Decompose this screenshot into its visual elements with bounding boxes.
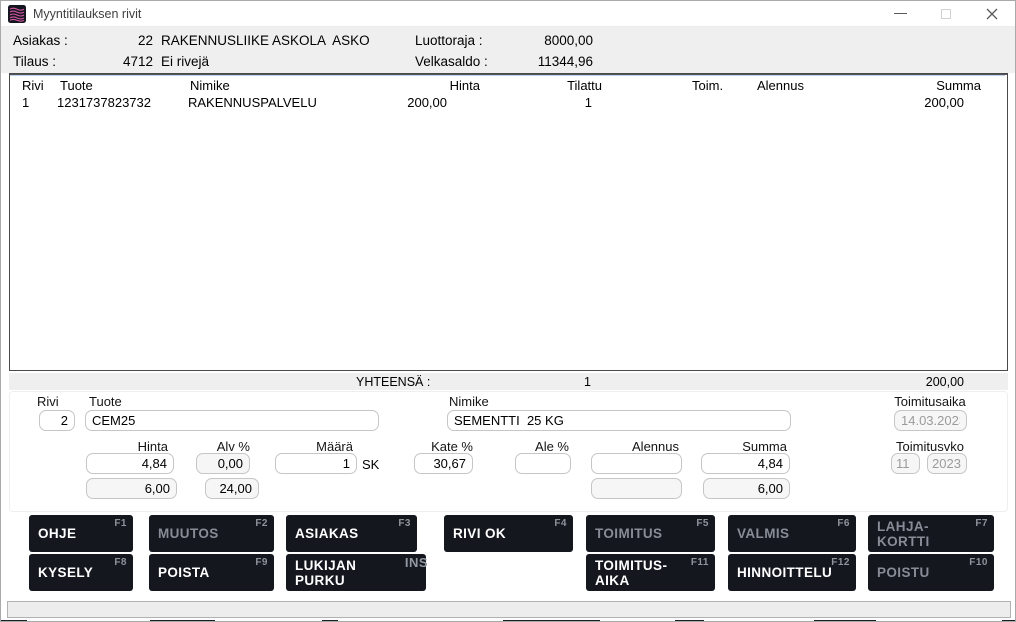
- tilaus-number: 4712: [93, 54, 153, 69]
- order-header-panel: Asiakas : 22 RAKENNUSLIIKE ASKOLA ASKO L…: [1, 27, 1016, 73]
- toimitus-button[interactable]: TOIMITUSF5: [586, 515, 715, 552]
- velkasaldo-value: 11344,96: [471, 54, 593, 69]
- poista-button[interactable]: POISTAF9: [149, 554, 274, 591]
- hinnoittelu-button[interactable]: HINNOITTELUF12: [728, 554, 856, 591]
- alv2-field[interactable]: [205, 478, 259, 499]
- maara-unit: SK: [362, 457, 379, 472]
- alennus-label: Alennus: [609, 439, 679, 454]
- ale-field[interactable]: [515, 453, 571, 474]
- toimitusvko-week-field[interactable]: [891, 453, 920, 474]
- window-title: Myyntitilauksen rivit: [33, 7, 141, 21]
- poistu-button[interactable]: POISTUF10: [868, 554, 994, 591]
- cell-tilattu: 1: [520, 95, 592, 110]
- lukijan-purku-button[interactable]: LUKIJAN PURKUINS: [286, 554, 426, 591]
- toimitusvko-label: Toimitusvko: [889, 439, 971, 454]
- minimize-icon: [894, 13, 907, 14]
- maara-field[interactable]: [275, 453, 357, 474]
- asiakas-button[interactable]: ASIAKASF3: [286, 515, 417, 552]
- hinta-field[interactable]: [86, 453, 174, 474]
- nimike-label: Nimike: [449, 394, 489, 409]
- kate-field[interactable]: [414, 453, 473, 474]
- alv-label: Alv %: [190, 439, 250, 454]
- alennus2-field[interactable]: [591, 478, 682, 499]
- col-header-hinta: Hinta: [410, 78, 480, 93]
- maximize-icon: [941, 9, 951, 19]
- total-label: YHTEENSÄ :: [356, 375, 430, 389]
- hinta2-field[interactable]: [86, 478, 177, 499]
- toimitusaika-label: Toimitusaika: [889, 394, 971, 409]
- col-header-toim: Toim.: [692, 78, 723, 93]
- tuote-label: Tuote: [89, 394, 122, 409]
- order-lines-table: Rivi Tuote Nimike Hinta Tilattu Toim. Al…: [9, 73, 1008, 371]
- col-header-summa: Summa: [910, 78, 981, 93]
- toimitusaika-button[interactable]: TOIMITUS- AIKAF11: [586, 554, 715, 591]
- status-bar: [7, 601, 1011, 618]
- close-icon: [986, 8, 998, 20]
- hinta-label: Hinta: [98, 439, 168, 454]
- cell-nimike: RAKENNUSPALVELU: [188, 95, 317, 110]
- cell-summa: 200,00: [890, 95, 964, 110]
- alv-field[interactable]: [196, 453, 250, 474]
- total-summa: 200,00: [879, 375, 964, 389]
- tuote-field[interactable]: [85, 410, 379, 431]
- total-tilattu: 1: [519, 375, 591, 389]
- maara-label: Määrä: [283, 439, 353, 454]
- toimitusvko-year-field[interactable]: [927, 453, 967, 474]
- app-window: Myyntitilauksen rivit Asiakas : 22 RAKEN…: [0, 0, 1016, 622]
- rivi-ok-button[interactable]: RIVI OKF4: [444, 515, 573, 552]
- ohje-button[interactable]: OHJEF1: [29, 515, 133, 552]
- luottoraja-value: 8000,00: [471, 33, 593, 48]
- col-header-tilattu: Tilattu: [530, 78, 602, 93]
- asiakas-name: RAKENNUSLIIKE ASKOLA ASKO: [161, 33, 370, 48]
- table-row[interactable]: 1 1231737823732 RAKENNUSPALVELU 200,00 1…: [10, 75, 1007, 76]
- summa-field[interactable]: [701, 453, 790, 474]
- muutos-button[interactable]: MUUTOSF2: [149, 515, 274, 552]
- minimize-button[interactable]: [883, 1, 917, 26]
- cell-hinta: 200,00: [370, 95, 447, 110]
- totals-bar: YHTEENSÄ : 1 200,00: [9, 373, 1008, 390]
- lahjakortti-button[interactable]: LAHJA- KORTTIF7: [868, 515, 994, 552]
- col-header-nimike: Nimike: [190, 78, 230, 93]
- col-header-rivi: Rivi: [22, 78, 44, 93]
- rivi-label: Rivi: [37, 394, 59, 409]
- valmis-button[interactable]: VALMISF6: [728, 515, 856, 552]
- rivi-field[interactable]: [39, 410, 75, 431]
- col-header-tuote: Tuote: [60, 78, 93, 93]
- close-button[interactable]: [975, 1, 1009, 26]
- cell-tuote: 1231737823732: [57, 95, 151, 110]
- summa-label: Summa: [717, 439, 787, 454]
- tilaus-label: Tilaus :: [13, 54, 56, 69]
- kysely-button[interactable]: KYSELYF8: [29, 554, 133, 591]
- toimitusaika-field[interactable]: [894, 410, 967, 431]
- asiakas-label: Asiakas :: [13, 33, 68, 48]
- summa2-field[interactable]: [703, 478, 790, 499]
- cell-rivi: 1: [22, 95, 36, 110]
- title-bar: Myyntitilauksen rivit: [1, 1, 1015, 27]
- asiakas-number: 22: [93, 33, 153, 48]
- nimike-field[interactable]: [447, 410, 791, 431]
- row-highlight-line: [10, 75, 1005, 76]
- ale-label: Ale %: [509, 439, 569, 454]
- alennus-field[interactable]: [591, 453, 682, 474]
- col-header-alennus: Alennus: [757, 78, 804, 93]
- tilaus-note: Ei rivejä: [161, 54, 209, 69]
- maximize-button[interactable]: [929, 1, 963, 26]
- app-icon: [8, 5, 26, 23]
- kate-label: Kate %: [413, 439, 473, 454]
